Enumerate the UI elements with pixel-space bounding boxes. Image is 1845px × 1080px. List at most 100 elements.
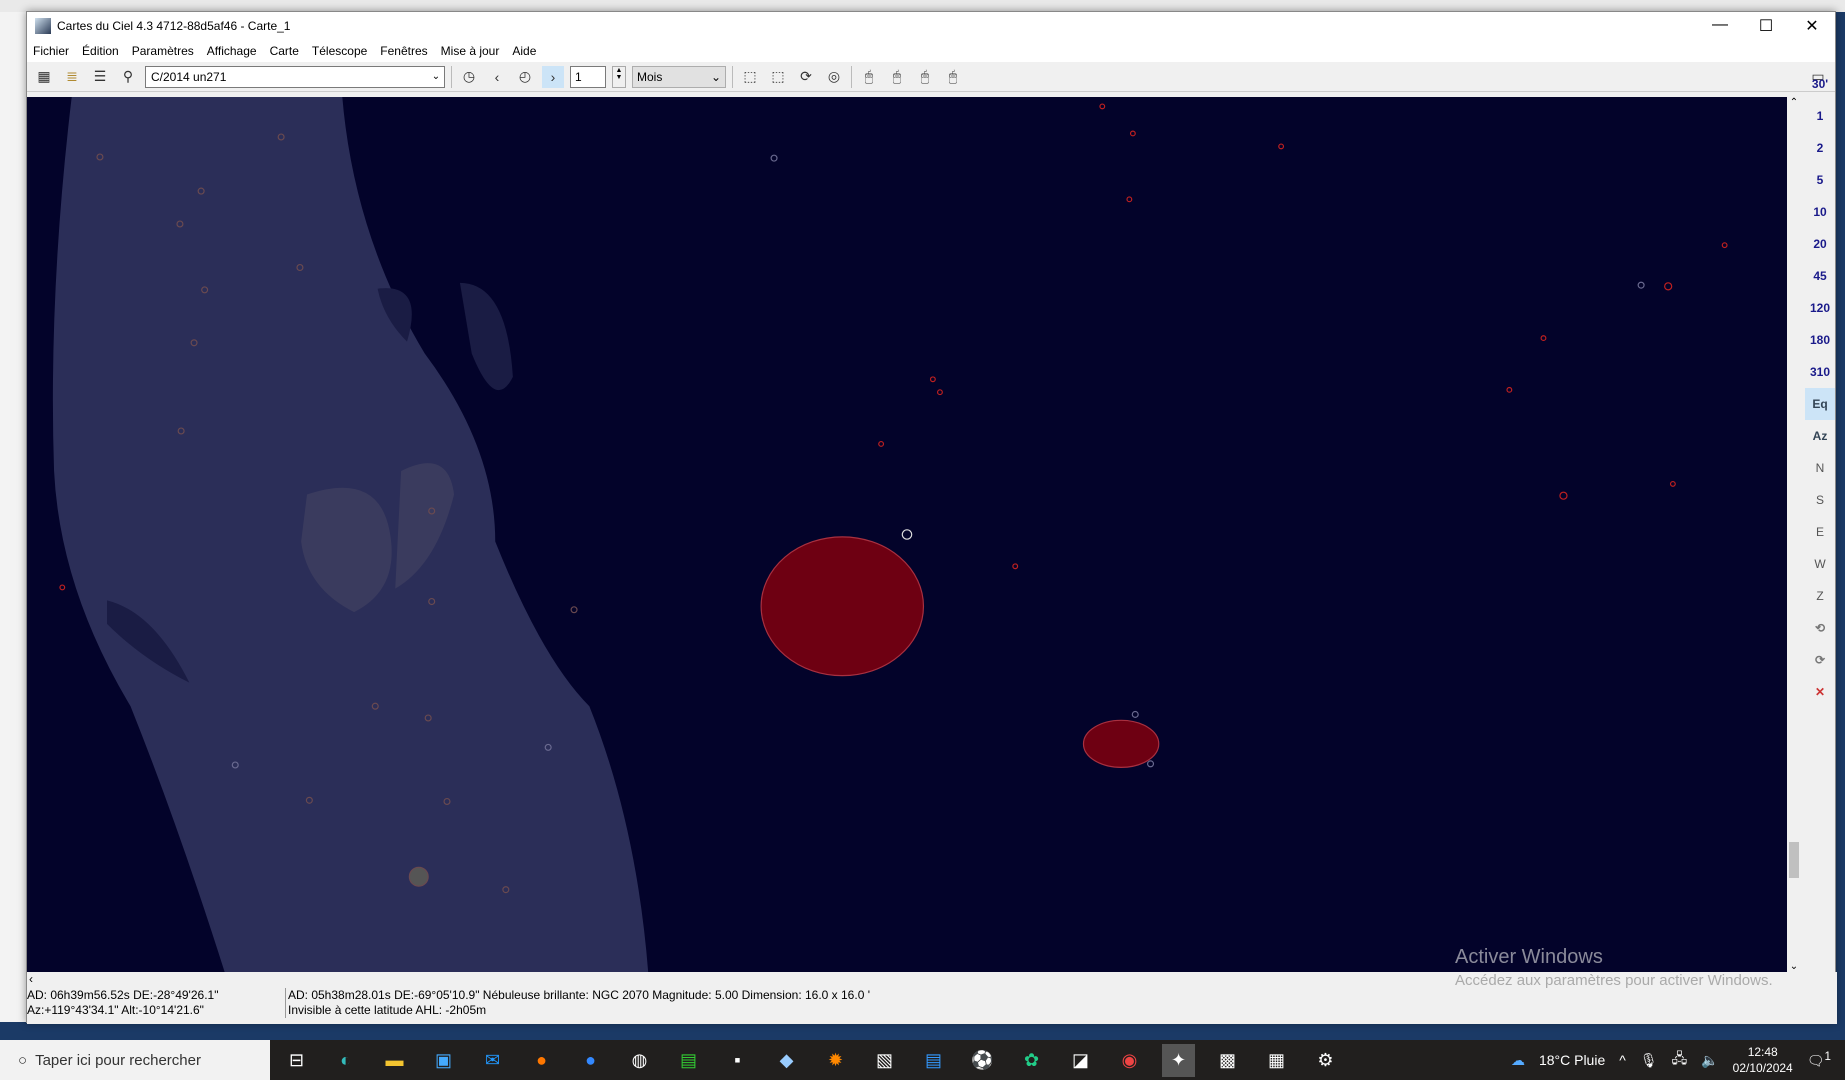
scroll-thumb[interactable] bbox=[1789, 842, 1799, 878]
soccer-icon[interactable]: ⚽ bbox=[966, 1044, 999, 1077]
zoom-180[interactable]: 180 bbox=[1805, 324, 1835, 356]
menu-bar: Fichier Édition Paramètres Affichage Car… bbox=[27, 40, 1835, 62]
calendar-icon[interactable]: ▦ bbox=[33, 66, 55, 88]
scroll-down-icon[interactable]: ⌄ bbox=[1787, 961, 1801, 972]
menu-fenetres[interactable]: Fenêtres bbox=[380, 44, 427, 58]
clock[interactable]: 12:48 02/10/2024 bbox=[1733, 1044, 1793, 1076]
scroll-left-icon[interactable]: ‹ bbox=[29, 972, 33, 986]
menu-fichier[interactable]: Fichier bbox=[33, 44, 69, 58]
mouse-refresh-icon[interactable]: 🖱 bbox=[914, 66, 936, 88]
right-toolbar: 30' 1 2 5 10 20 45 120 180 310 Eq Az N S… bbox=[1803, 68, 1837, 728]
app-icon[interactable]: ✿ bbox=[1015, 1044, 1048, 1077]
search-icon[interactable]: ⚲ bbox=[117, 66, 139, 88]
zoom-10[interactable]: 10 bbox=[1805, 196, 1835, 228]
zoom-45[interactable]: 45 bbox=[1805, 260, 1835, 292]
app-icon[interactable]: ▧ bbox=[868, 1044, 901, 1077]
calc-sheet-icon[interactable]: ▤ bbox=[672, 1044, 705, 1077]
tray-expand-icon[interactable]: ^ bbox=[1619, 1052, 1626, 1068]
chrome-icon[interactable]: ◉ bbox=[1113, 1044, 1146, 1077]
zoom-out-icon[interactable]: ⬚ bbox=[767, 66, 789, 88]
thunderbird-icon[interactable]: ● bbox=[574, 1044, 607, 1077]
microphone-icon[interactable]: 🎙 bbox=[1640, 1052, 1658, 1069]
chevron-down-icon[interactable]: ⌄ bbox=[428, 71, 444, 82]
app-icon[interactable]: ◆ bbox=[770, 1044, 803, 1077]
south-button[interactable]: S bbox=[1805, 484, 1835, 516]
zoom-310[interactable]: 310 bbox=[1805, 356, 1835, 388]
equatorial-grid-button[interactable]: Eq bbox=[1805, 388, 1835, 420]
step-value-input[interactable]: 1 bbox=[570, 65, 606, 88]
rotate-icon[interactable]: ⟳ bbox=[795, 66, 817, 88]
menu-mise-a-jour[interactable]: Mise à jour bbox=[441, 44, 500, 58]
reset-rotation-icon[interactable]: ✕ bbox=[1805, 676, 1835, 708]
vertical-scrollbar[interactable]: ⌃ ⌄ bbox=[1787, 97, 1801, 972]
zoom-5[interactable]: 5 bbox=[1805, 164, 1835, 196]
center-icon[interactable]: ◎ bbox=[823, 66, 845, 88]
terminal-icon[interactable]: ▪ bbox=[721, 1044, 754, 1077]
zoom-2[interactable]: 2 bbox=[1805, 132, 1835, 164]
volume-icon[interactable]: 🔈 bbox=[1701, 1052, 1718, 1069]
cartes-du-ciel-icon[interactable]: ✦ bbox=[1162, 1043, 1195, 1077]
weather-icon[interactable]: ☁ bbox=[1511, 1052, 1525, 1069]
north-button[interactable]: N bbox=[1805, 452, 1835, 484]
maximize-button[interactable]: ☐ bbox=[1743, 16, 1789, 36]
azimuthal-grid-button[interactable]: Az bbox=[1805, 420, 1835, 452]
notification-count: 1 bbox=[1824, 1050, 1831, 1064]
scroll-up-icon[interactable]: ⌃ bbox=[1787, 97, 1801, 108]
mouse-record-icon[interactable]: 🖱 bbox=[858, 66, 880, 88]
task-view-icon[interactable]: ⊟ bbox=[280, 1044, 313, 1077]
store-icon[interactable]: ▣ bbox=[427, 1044, 460, 1077]
current-time-icon[interactable]: ◴ bbox=[514, 66, 536, 88]
zoom-in-icon[interactable]: ⬚ bbox=[739, 66, 761, 88]
firefox-icon[interactable]: ● bbox=[525, 1044, 558, 1077]
rotate-left-icon[interactable]: ⟲ bbox=[1805, 612, 1835, 644]
star bbox=[1147, 760, 1155, 768]
app-icon[interactable]: ◪ bbox=[1064, 1044, 1097, 1077]
east-button[interactable]: E bbox=[1805, 516, 1835, 548]
catalog-icon[interactable]: ≣ bbox=[61, 66, 83, 88]
star bbox=[1129, 130, 1136, 137]
minimize-button[interactable]: — bbox=[1697, 16, 1743, 36]
rotate-right-icon[interactable]: ⟳ bbox=[1805, 644, 1835, 676]
divider bbox=[732, 65, 733, 88]
step-unit-select[interactable]: Mois ⌄ bbox=[632, 65, 726, 88]
mail-icon[interactable]: ✉ bbox=[476, 1044, 509, 1077]
mouse-lock-icon[interactable]: 🖱 bbox=[886, 66, 908, 88]
time: 12:48 bbox=[1747, 1045, 1778, 1059]
menu-carte[interactable]: Carte bbox=[270, 44, 299, 58]
zenith-button[interactable]: Z bbox=[1805, 580, 1835, 612]
calculator-icon[interactable]: ▦ bbox=[1260, 1044, 1293, 1077]
edge-icon[interactable]: ◐ bbox=[329, 1044, 362, 1077]
menu-edition[interactable]: Édition bbox=[82, 44, 119, 58]
menu-parametres[interactable]: Paramètres bbox=[132, 44, 194, 58]
nebula bbox=[1082, 719, 1160, 768]
network-icon[interactable]: 🖧 bbox=[1672, 1048, 1688, 1072]
zoom-30min[interactable]: 30' bbox=[1805, 68, 1835, 100]
menu-affichage[interactable]: Affichage bbox=[207, 44, 257, 58]
weather-text[interactable]: 18°C Pluie bbox=[1539, 1052, 1605, 1068]
app-icon[interactable]: ◍ bbox=[623, 1044, 656, 1077]
step-forward-icon[interactable]: › bbox=[542, 65, 564, 88]
step-spinner[interactable]: ▲ ▼ bbox=[612, 65, 626, 88]
zoom-20[interactable]: 20 bbox=[1805, 228, 1835, 260]
taskbar-search[interactable]: ○ Taper ici pour rechercher bbox=[0, 1040, 270, 1080]
zoom-120[interactable]: 120 bbox=[1805, 292, 1835, 324]
zoom-1[interactable]: 1 bbox=[1805, 100, 1835, 132]
settings-icon[interactable]: ⚙ bbox=[1309, 1044, 1342, 1077]
close-button[interactable]: ✕ bbox=[1789, 16, 1835, 36]
menu-telescope[interactable]: Télescope bbox=[312, 44, 367, 58]
notifications-icon[interactable]: 🗨1 bbox=[1807, 1050, 1831, 1070]
step-back-icon[interactable]: ‹ bbox=[486, 66, 508, 88]
writer-icon[interactable]: ▤ bbox=[917, 1044, 950, 1077]
app-icon[interactable]: ▩ bbox=[1211, 1044, 1244, 1077]
list-icon[interactable]: ☰ bbox=[89, 66, 111, 88]
object-search-combo[interactable]: C/2014 un271 ⌄ bbox=[145, 65, 445, 88]
star bbox=[1278, 143, 1285, 150]
file-explorer-icon[interactable]: ▬ bbox=[378, 1044, 411, 1077]
menu-aide[interactable]: Aide bbox=[512, 44, 536, 58]
app-icon[interactable]: ✹ bbox=[819, 1044, 852, 1077]
sky-chart-canvas[interactable] bbox=[27, 97, 1787, 972]
sky-chart[interactable] bbox=[27, 97, 1787, 972]
mouse-stop-icon[interactable]: 🖱 bbox=[942, 66, 964, 88]
west-button[interactable]: W bbox=[1805, 548, 1835, 580]
clock-icon[interactable]: ◷ bbox=[458, 66, 480, 88]
